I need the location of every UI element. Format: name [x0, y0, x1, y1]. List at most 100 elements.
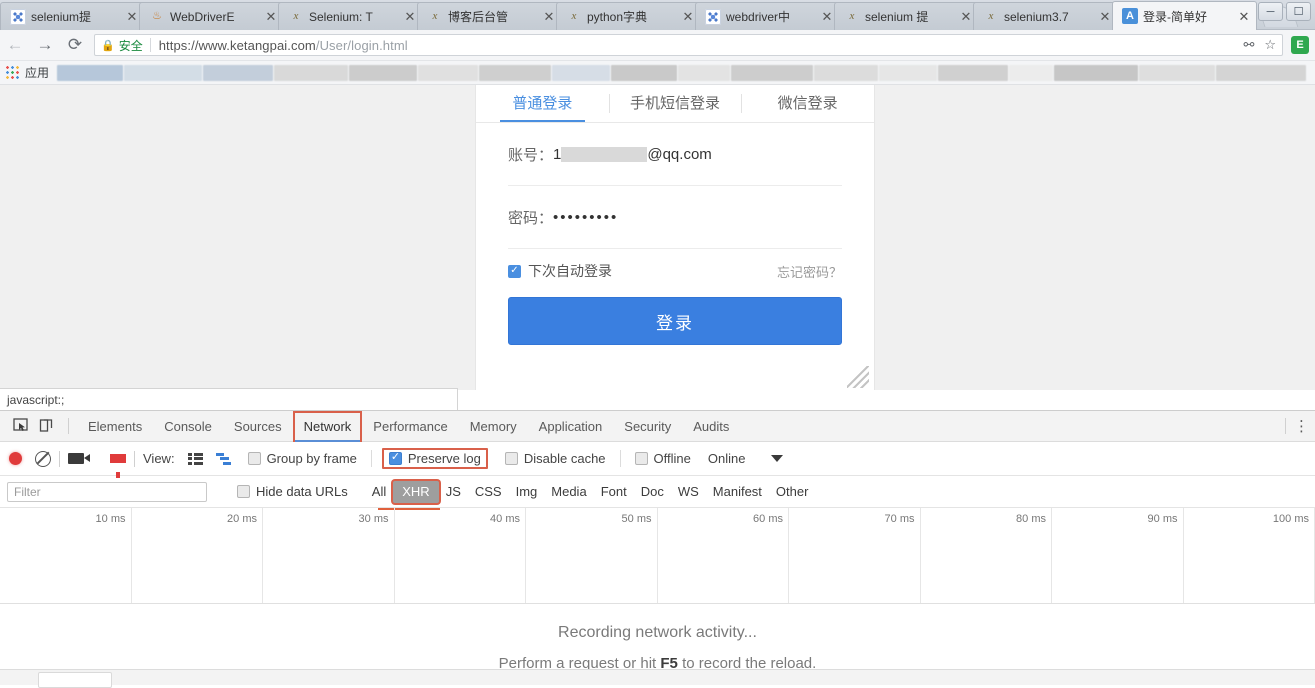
clear-icon[interactable] [35, 451, 51, 467]
bookmark-item[interactable] [479, 65, 551, 81]
extension-icon[interactable]: E [1291, 36, 1309, 54]
bookmark-item[interactable] [1009, 65, 1053, 81]
bookmark-item[interactable] [274, 65, 348, 81]
chevron-down-icon[interactable] [771, 455, 783, 462]
devtools-tab-performance[interactable]: Performance [362, 411, 458, 442]
close-icon[interactable]: ✕ [402, 9, 418, 25]
browser-tab-4[interactable]: x 博客后台管 ✕ [417, 2, 562, 30]
bookmark-item[interactable] [731, 65, 813, 81]
filter-type-ws[interactable]: WS [671, 482, 706, 502]
selenium-icon: x [844, 9, 860, 25]
forward-icon[interactable]: → [30, 30, 60, 60]
filter-type-doc[interactable]: Doc [634, 482, 671, 502]
password-input[interactable]: ••••••••• [553, 209, 618, 226]
filter-type-css[interactable]: CSS [468, 482, 509, 502]
tab-normal-login[interactable]: 普通登录 [476, 85, 609, 122]
browser-tab-5[interactable]: x python字典 ✕ [556, 2, 701, 30]
filter-type-all[interactable]: All [365, 482, 393, 502]
devtools-tab-security[interactable]: Security [613, 411, 682, 442]
kebab-menu-icon[interactable]: ⋮ [1294, 419, 1308, 434]
close-icon[interactable]: ✕ [1236, 8, 1252, 24]
login-panel: 普通登录 手机短信登录 微信登录 账号： 1@qq.com 密码： ••••••… [475, 85, 875, 390]
filter-type-img[interactable]: Img [509, 482, 545, 502]
devtools-tab-memory[interactable]: Memory [459, 411, 528, 442]
maximize-icon[interactable]: ☐ [1286, 2, 1311, 21]
bookmark-item[interactable] [203, 65, 273, 81]
close-icon[interactable]: ✕ [124, 9, 140, 25]
browser-tab-2[interactable]: ♨ WebDriverE ✕ [139, 2, 284, 30]
bookmark-item[interactable] [879, 65, 937, 81]
status-bar-field[interactable] [38, 672, 112, 688]
back-icon[interactable]: ← [0, 30, 30, 60]
star-icon[interactable]: ☆ [1264, 37, 1276, 53]
throttling-value[interactable]: Online [708, 451, 746, 466]
bookmark-item[interactable] [349, 65, 417, 81]
hide-data-urls-checkbox[interactable]: Hide data URLs [233, 484, 352, 499]
devtools-tab-elements[interactable]: Elements [77, 411, 153, 442]
login-submit-button[interactable]: 登录 [508, 297, 842, 345]
browser-tab-7[interactable]: x selenium 提 ✕ [834, 2, 979, 30]
list-view-icon[interactable] [188, 453, 203, 465]
devtools-tab-sources[interactable]: Sources [223, 411, 293, 442]
group-by-frame-checkbox[interactable]: Group by frame [244, 451, 361, 466]
bookmark-item[interactable] [418, 65, 478, 81]
toolbar-divider [134, 451, 135, 467]
apps-label[interactable]: 应用 [25, 64, 49, 81]
filter-type-xhr[interactable]: XHR [393, 481, 438, 503]
filter-type-other[interactable]: Other [769, 482, 816, 502]
filter-type-js[interactable]: JS [439, 482, 468, 502]
close-icon[interactable]: ✕ [819, 9, 835, 25]
tab-title: webdriver中 [726, 8, 817, 25]
filter-type-font[interactable]: Font [594, 482, 634, 502]
minimize-icon[interactable]: ─ [1258, 2, 1283, 21]
bookmark-item[interactable] [814, 65, 878, 81]
bookmark-item[interactable] [938, 65, 1008, 81]
devtools-tab-application[interactable]: Application [528, 411, 614, 442]
browser-tab-8[interactable]: x selenium3.7 ✕ [973, 2, 1118, 30]
address-bar[interactable]: 🔒 安全 https://www.ketangpai.com/User/logi… [94, 34, 1283, 56]
bookmark-item[interactable] [57, 65, 123, 81]
disable-cache-checkbox[interactable]: Disable cache [501, 451, 610, 466]
auto-login-checkbox[interactable]: ✓ 下次自动登录 [508, 261, 612, 281]
resize-grip-icon[interactable] [847, 366, 869, 388]
bookmark-item[interactable] [1139, 65, 1215, 81]
tab-wechat-login[interactable]: 微信登录 [741, 85, 874, 122]
filter-icon[interactable] [110, 454, 126, 463]
tab-title: selenium 提 [865, 8, 956, 25]
browser-tab-3[interactable]: x Selenium: T ✕ [278, 2, 423, 30]
browser-tab-1[interactable]: selenium提 ✕ [0, 2, 145, 30]
offline-checkbox[interactable]: Offline [631, 451, 695, 466]
reload-icon[interactable]: ⟳ [60, 30, 90, 60]
browser-tab-6[interactable]: webdriver中 ✕ [695, 2, 840, 30]
close-icon[interactable]: ✕ [958, 9, 974, 25]
device-toolbar-icon[interactable] [34, 414, 60, 438]
close-icon[interactable]: ✕ [263, 9, 279, 25]
close-icon[interactable]: ✕ [1097, 9, 1113, 25]
filter-input[interactable]: Filter [7, 482, 207, 502]
tab-sms-login[interactable]: 手机短信登录 [609, 85, 742, 122]
bookmark-item[interactable] [678, 65, 730, 81]
bookmark-item[interactable] [611, 65, 677, 81]
devtools-tab-console[interactable]: Console [153, 411, 223, 442]
devtools-tab-audits[interactable]: Audits [682, 411, 740, 442]
inspect-element-icon[interactable] [8, 414, 34, 438]
devtools-tab-network[interactable]: Network [293, 411, 363, 442]
bookmark-item[interactable] [552, 65, 610, 81]
browser-tab-9-active[interactable]: A 登录-简单好 ✕ [1112, 1, 1257, 30]
forgot-password-link[interactable]: 忘记密码？ [777, 262, 842, 281]
bookmark-item[interactable] [124, 65, 202, 81]
preserve-log-checkbox[interactable]: Preserve log [382, 448, 488, 469]
close-icon[interactable]: ✕ [680, 9, 696, 25]
close-icon[interactable]: ✕ [541, 9, 557, 25]
key-icon[interactable]: ⚯ [1243, 37, 1254, 53]
account-input[interactable]: 1@qq.com [553, 146, 712, 163]
filter-type-media[interactable]: Media [544, 482, 593, 502]
network-empty-state: Recording network activity... Perform a … [0, 604, 1315, 672]
record-icon[interactable] [9, 452, 22, 465]
waterfall-icon[interactable] [216, 453, 231, 465]
bookmark-item[interactable] [1054, 65, 1138, 81]
apps-grid-icon[interactable] [6, 66, 19, 79]
filter-type-manifest[interactable]: Manifest [706, 482, 769, 502]
bookmark-item[interactable] [1216, 65, 1306, 81]
camera-icon[interactable] [68, 453, 84, 464]
